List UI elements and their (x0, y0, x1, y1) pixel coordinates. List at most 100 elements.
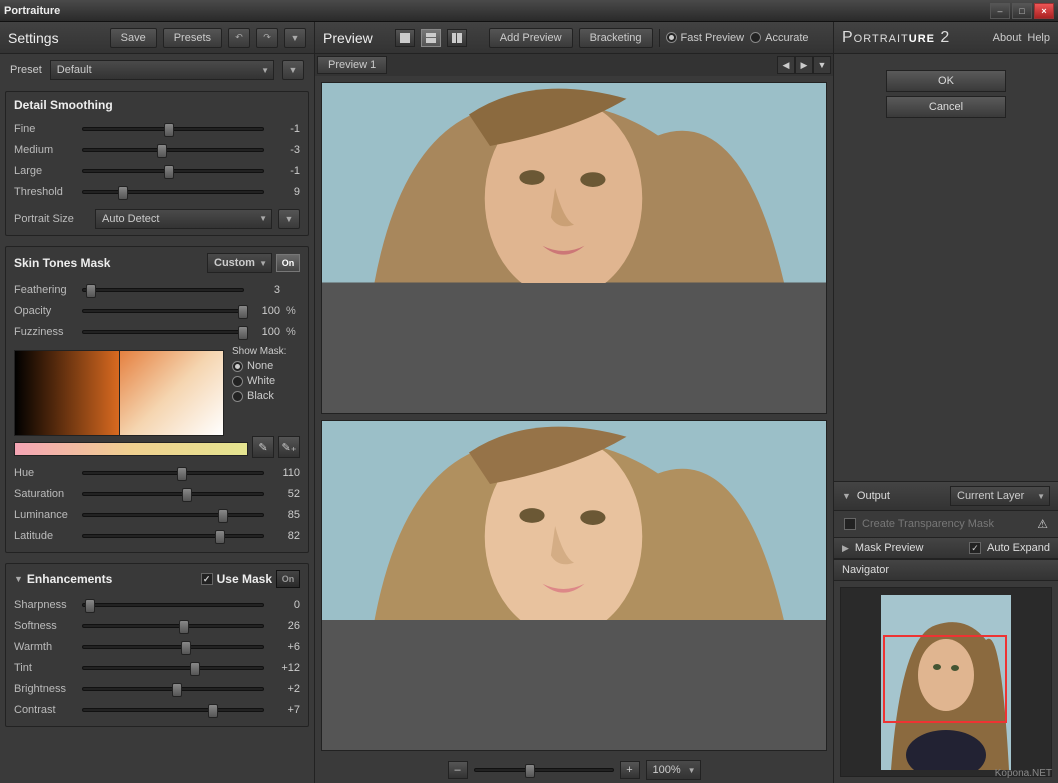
radio-icon (750, 32, 761, 43)
slider-thumb[interactable] (181, 641, 191, 655)
zoom-dropdown[interactable]: 100% (646, 760, 701, 780)
slider-thumb[interactable] (164, 123, 174, 137)
watermark: Kopona.NET (995, 768, 1052, 779)
slider-thumb[interactable] (86, 284, 96, 298)
slider-thumb[interactable] (164, 165, 174, 179)
expand-icon[interactable]: ▼ (14, 574, 23, 584)
large-slider[interactable] (82, 169, 264, 173)
slider-thumb[interactable] (215, 530, 225, 544)
minimize-button[interactable]: – (990, 3, 1010, 19)
slider-thumb[interactable] (208, 704, 218, 718)
navigator-viewport[interactable] (883, 635, 1007, 723)
slider-thumb[interactable] (172, 683, 182, 697)
settings-menu-button[interactable]: ▼ (284, 28, 306, 48)
portrait-size-menu[interactable]: ▼ (278, 209, 300, 229)
zoom-slider[interactable] (474, 768, 614, 772)
view-split-v-button[interactable] (447, 29, 467, 47)
transparency-checkbox[interactable] (844, 518, 856, 530)
output-dropdown[interactable]: Current Layer (950, 486, 1050, 506)
color-gradient[interactable] (14, 350, 224, 436)
navigator-box[interactable] (840, 587, 1052, 777)
settings-title: Settings (8, 30, 59, 46)
output-section-header[interactable]: ▼ Output Current Layer (834, 481, 1058, 511)
maximize-button[interactable]: □ (1012, 3, 1032, 19)
hue-slider[interactable] (82, 471, 264, 475)
preview-before[interactable] (321, 82, 827, 414)
preview-after[interactable] (321, 420, 827, 752)
threshold-slider[interactable] (82, 190, 264, 194)
eyedropper-plus-icon: ✎₊ (281, 441, 296, 454)
softness-slider[interactable] (82, 624, 264, 628)
add-preview-button[interactable]: Add Preview (489, 28, 573, 48)
slider-thumb[interactable] (238, 305, 248, 319)
medium-slider[interactable] (82, 148, 264, 152)
output-label: Output (857, 490, 890, 502)
presets-button[interactable]: Presets (163, 28, 222, 48)
close-button[interactable]: × (1034, 3, 1054, 19)
slider-thumb[interactable] (85, 599, 95, 613)
portrait-size-dropdown[interactable]: Auto Detect (95, 209, 272, 229)
tab-prev-button[interactable]: ◀ (777, 56, 795, 74)
enhancements-on-toggle[interactable]: On (276, 570, 300, 588)
fuzziness-slider[interactable] (82, 330, 244, 334)
sharpness-slider[interactable] (82, 603, 264, 607)
undo-button[interactable]: ↶ (228, 28, 250, 48)
slider-thumb[interactable] (177, 467, 187, 481)
eyedropper-add-button[interactable]: ✎₊ (278, 436, 300, 458)
view-split-h-button[interactable] (421, 29, 441, 47)
save-button[interactable]: Save (110, 28, 157, 48)
brand-logo: Portraiture 2 (842, 29, 950, 47)
luminance-slider[interactable] (82, 513, 264, 517)
tab-preview-1[interactable]: Preview 1 (317, 56, 387, 74)
warmth-slider[interactable] (82, 645, 264, 649)
auto-expand-label: Auto Expand (987, 542, 1050, 554)
zoom-in-button[interactable]: + (620, 761, 640, 779)
fine-slider[interactable] (82, 127, 264, 131)
use-mask-checkbox[interactable] (201, 573, 213, 585)
slider-thumb[interactable] (190, 662, 200, 676)
preset-menu-button[interactable]: ▼ (282, 60, 304, 80)
mask-preview-header[interactable]: ▶ Mask Preview Auto Expand (834, 537, 1058, 559)
saturation-value: 52 (270, 488, 300, 500)
help-link[interactable]: Help (1027, 32, 1050, 44)
saturation-label: Saturation (14, 488, 76, 500)
slider-thumb[interactable] (118, 186, 128, 200)
redo-button[interactable]: ↷ (256, 28, 278, 48)
portrait-size-value: Auto Detect (102, 213, 159, 225)
skin-on-toggle[interactable]: On (276, 254, 300, 272)
brightness-slider[interactable] (82, 687, 264, 691)
tab-menu-button[interactable]: ▼ (813, 56, 831, 74)
mask-white-option[interactable]: White (232, 375, 286, 387)
contrast-slider[interactable] (82, 708, 264, 712)
eyedropper-button[interactable]: ✎ (252, 436, 274, 458)
view-single-button[interactable] (395, 29, 415, 47)
threshold-slider-row: Threshold 9 (14, 181, 300, 202)
medium-label: Medium (14, 144, 76, 156)
auto-expand-checkbox[interactable] (969, 542, 981, 554)
tint-slider[interactable] (82, 666, 264, 670)
ok-button[interactable]: OK (886, 70, 1006, 92)
bracketing-button[interactable]: Bracketing (579, 28, 653, 48)
saturation-slider[interactable] (82, 492, 264, 496)
slider-thumb[interactable] (218, 509, 228, 523)
slider-thumb[interactable] (157, 144, 167, 158)
preset-dropdown[interactable]: Default (50, 60, 274, 80)
feathering-slider[interactable] (82, 288, 244, 292)
accurate-option[interactable]: Accurate (750, 32, 808, 44)
skin-mode-dropdown[interactable]: Custom (207, 253, 272, 273)
slider-thumb[interactable] (179, 620, 189, 634)
slider-thumb[interactable] (182, 488, 192, 502)
single-view-icon (400, 33, 410, 43)
tab-next-button[interactable]: ▶ (795, 56, 813, 74)
cancel-button[interactable]: Cancel (886, 96, 1006, 118)
mask-black-option[interactable]: Black (232, 390, 286, 402)
slider-thumb[interactable] (525, 764, 535, 778)
fast-preview-option[interactable]: Fast Preview (666, 32, 745, 44)
opacity-slider[interactable] (82, 309, 244, 313)
color-band[interactable] (14, 442, 248, 456)
latitude-slider[interactable] (82, 534, 264, 538)
slider-thumb[interactable] (238, 326, 248, 340)
zoom-out-button[interactable]: – (448, 761, 468, 779)
about-link[interactable]: About (993, 32, 1022, 44)
mask-none-option[interactable]: None (232, 360, 286, 372)
